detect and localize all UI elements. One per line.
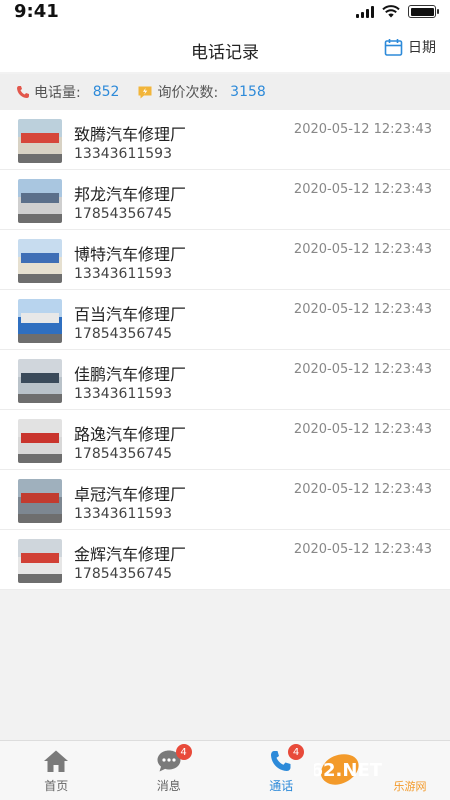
wifi-icon bbox=[382, 5, 400, 18]
shop-phone: 17854356745 bbox=[74, 206, 172, 222]
shop-name: 佳鹏汽车修理厂 bbox=[74, 365, 187, 384]
shop-thumbnail bbox=[18, 239, 62, 283]
shop-phone: 17854356745 bbox=[74, 566, 172, 582]
watermark-sub: 乐游网 bbox=[394, 780, 427, 793]
call-record-row[interactable]: 卓冠汽车修理厂 13343611593 2020-05-12 12:23:43 bbox=[0, 470, 450, 530]
calls-badge: 4 bbox=[288, 744, 304, 760]
shop-phone: 13343611593 bbox=[74, 506, 172, 522]
status-time: 9:41 bbox=[14, 1, 59, 22]
cellular-signal-icon bbox=[356, 5, 374, 18]
call-count-label: 电话量: bbox=[34, 85, 81, 101]
shop-thumbnail bbox=[18, 179, 62, 223]
call-record-row[interactable]: 邦龙汽车修理厂 17854356745 2020-05-12 12:23:43 bbox=[0, 170, 450, 230]
stats-bar: 电话量: 852 询价次数: 3158 bbox=[0, 74, 450, 110]
status-bar: 9:41 bbox=[0, 0, 450, 24]
shop-phone: 13343611593 bbox=[74, 386, 172, 402]
shop-name: 致腾汽车修理厂 bbox=[74, 125, 187, 144]
call-record-row[interactable]: 致腾汽车修理厂 13343611593 2020-05-12 12:23:43 bbox=[0, 110, 450, 170]
call-time: 2020-05-12 12:23:43 bbox=[293, 422, 432, 437]
shop-thumbnail bbox=[18, 419, 62, 463]
shop-thumbnail bbox=[18, 539, 62, 583]
tab-home[interactable]: 首页 bbox=[0, 741, 113, 800]
shop-name: 金辉汽车修理厂 bbox=[74, 545, 187, 564]
shop-thumbnail bbox=[18, 299, 62, 343]
shop-name: 百当汽车修理厂 bbox=[74, 305, 187, 324]
call-record-list: 致腾汽车修理厂 13343611593 2020-05-12 12:23:43 邦龙汽… bbox=[0, 110, 450, 590]
inquiry-count-value: 3158 bbox=[230, 84, 266, 100]
inquiry-count-label: 询价次数: bbox=[157, 85, 219, 101]
page-title: 电话记录 bbox=[191, 43, 259, 63]
inquiry-count-stat: 询价次数: 3158 bbox=[137, 82, 266, 102]
shop-thumbnail bbox=[18, 119, 62, 163]
shop-name: 博特汽车修理厂 bbox=[74, 245, 187, 264]
messages-badge: 4 bbox=[175, 744, 192, 760]
call-record-row[interactable]: 金辉汽车修理厂 17854356745 2020-05-12 12:23:43 bbox=[0, 530, 450, 590]
shop-phone: 13343611593 bbox=[74, 146, 172, 162]
call-time: 2020-05-12 12:23:43 bbox=[293, 122, 432, 137]
call-count-stat: 电话量: 852 bbox=[16, 82, 119, 102]
price-tag-icon bbox=[138, 86, 152, 98]
call-time: 2020-05-12 12:23:43 bbox=[293, 242, 432, 257]
phone-icon bbox=[17, 86, 29, 98]
call-record-row[interactable]: 博特汽车修理厂 13343611593 2020-05-12 12:23:43 bbox=[0, 230, 450, 290]
shop-phone: 17854356745 bbox=[74, 446, 172, 462]
nav-bar: 电话记录 日期 bbox=[0, 24, 450, 72]
call-time: 2020-05-12 12:23:43 bbox=[293, 482, 432, 497]
date-filter-label: 日期 bbox=[408, 40, 436, 56]
tab-messages-label: 消息 bbox=[156, 779, 181, 793]
watermark-text: 962.NET bbox=[314, 760, 383, 781]
shop-name: 卓冠汽车修理厂 bbox=[74, 485, 187, 504]
tab-calls-label: 通话 bbox=[269, 779, 294, 793]
call-record-row[interactable]: 佳鹏汽车修理厂 13343611593 2020-05-12 12:23:43 bbox=[0, 350, 450, 410]
calendar-icon bbox=[384, 38, 403, 56]
call-time: 2020-05-12 12:23:43 bbox=[293, 182, 432, 197]
call-time: 2020-05-12 12:23:43 bbox=[293, 302, 432, 317]
call-record-row[interactable]: 百当汽车修理厂 17854356745 2020-05-12 12:23:43 bbox=[0, 290, 450, 350]
date-filter-button[interactable]: 日期 bbox=[384, 37, 436, 57]
tab-messages[interactable]: 4 消息 bbox=[113, 741, 226, 800]
battery-icon bbox=[408, 5, 439, 18]
call-time: 2020-05-12 12:23:43 bbox=[293, 542, 432, 557]
call-count-value: 852 bbox=[92, 84, 120, 100]
shop-phone: 17854356745 bbox=[74, 326, 172, 342]
site-watermark-logo: 962.NET 乐游网 bbox=[314, 754, 427, 793]
shop-name: 路逸汽车修理厂 bbox=[74, 425, 187, 444]
home-icon bbox=[44, 750, 69, 772]
tab-home-label: 首页 bbox=[44, 779, 69, 793]
shop-thumbnail bbox=[18, 359, 62, 403]
call-record-row[interactable]: 路逸汽车修理厂 17854356745 2020-05-12 12:23:43 bbox=[0, 410, 450, 470]
call-time: 2020-05-12 12:23:43 bbox=[293, 362, 432, 377]
shop-name: 邦龙汽车修理厂 bbox=[74, 185, 187, 204]
shop-phone: 13343611593 bbox=[74, 266, 172, 282]
shop-thumbnail bbox=[18, 479, 62, 523]
